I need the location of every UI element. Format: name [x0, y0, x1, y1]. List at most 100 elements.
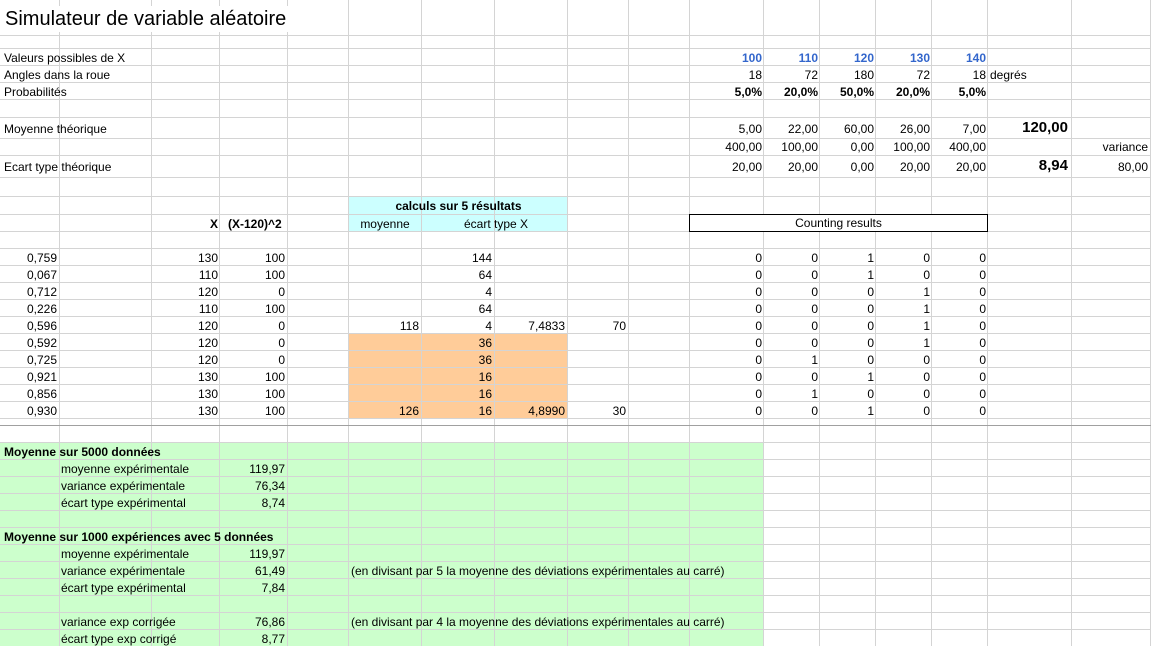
counting-cell: 0 [979, 268, 986, 282]
angle-cell: 18 [972, 68, 986, 82]
counting-cell: 0 [979, 370, 986, 384]
prob-cell: 5,0% [734, 85, 762, 99]
s2-cvar-note: (en divisant par 4 la moyenne des déviat… [351, 615, 725, 629]
counting-cell: 0 [867, 336, 874, 350]
count-cell [568, 386, 626, 402]
counting-results-box: Counting results [689, 214, 988, 232]
counting-cell: 0 [755, 404, 762, 418]
dev-sq-cell: 4 [485, 285, 492, 299]
mean-term: 26,00 [899, 122, 930, 136]
x-cell: 130 [197, 370, 218, 384]
mean-term: 7,00 [962, 122, 986, 136]
sd-cell [495, 386, 565, 402]
count-cell [568, 250, 626, 266]
counting-cell: 1 [867, 370, 874, 384]
counting-cell: 1 [923, 285, 930, 299]
s1-sd-value: 8,74 [261, 496, 285, 510]
dev-sq-cell: 64 [478, 302, 492, 316]
mean-term: 60,00 [843, 122, 874, 136]
random-cell: 0,921 [26, 370, 57, 384]
sq-cell: 100 [264, 387, 285, 401]
x-cell: 120 [197, 285, 218, 299]
dev-sq-cell: 36 [478, 336, 492, 350]
counting-cell: 1 [811, 387, 818, 401]
random-cell: 0,930 [26, 404, 57, 418]
col-x-header: X [209, 217, 218, 231]
s2-var-value: 61,49 [254, 564, 285, 578]
angle-cell: 18 [748, 68, 762, 82]
angles-unit: degrés [990, 68, 1027, 82]
x-cell: 120 [197, 353, 218, 367]
dev-sq-cell: 144 [471, 251, 492, 265]
count-cell [568, 301, 626, 317]
value-cell: 130 [909, 51, 930, 65]
mean-cell [349, 284, 419, 300]
counting-cell: 0 [811, 302, 818, 316]
sd-cell: 7,4833 [528, 319, 565, 333]
variance-label: variance [1102, 140, 1148, 154]
mean-cell [349, 369, 419, 385]
variance-value: 80,00 [1117, 160, 1148, 174]
sq-cell: 100 [264, 302, 285, 316]
x-cell: 130 [197, 387, 218, 401]
random-cell: 0,067 [26, 268, 57, 282]
sd-value: 8,94 [1038, 157, 1068, 174]
counting-cell: 1 [923, 336, 930, 350]
random-cell: 0,856 [26, 387, 57, 401]
mean-cell [349, 250, 419, 266]
prob-cell: 5,0% [958, 85, 986, 99]
s2-var-label: variance expérimentale [61, 564, 186, 578]
counting-cell: 0 [923, 370, 930, 384]
values-label: Valeurs possibles de X [4, 51, 126, 65]
calc-title: calculs sur 5 résultats [395, 199, 522, 213]
count-cell [568, 284, 626, 300]
counting-cell: 0 [923, 404, 930, 418]
mean-term: 22,00 [787, 122, 818, 136]
counting-cell: 0 [755, 268, 762, 282]
prob-cell: 50,0% [839, 85, 874, 99]
col-mean-header: moyenne [360, 217, 410, 231]
angle-cell: 180 [853, 68, 874, 82]
prob-label: Probabilités [4, 85, 67, 99]
sq-dev-cell: 400,00 [725, 140, 762, 154]
sheet-title: Simulateur de variable aléatoire [5, 6, 291, 32]
mean-value: 120,00 [1022, 119, 1068, 136]
sd-cell: 4,8990 [528, 404, 565, 418]
counting-cell: 0 [755, 353, 762, 367]
x-cell: 130 [197, 404, 218, 418]
counting-cell: 0 [755, 285, 762, 299]
counting-cell: 0 [923, 251, 930, 265]
counting-cell: 0 [979, 387, 986, 401]
counting-cell: 0 [923, 387, 930, 401]
count-cell [568, 267, 626, 283]
sq-cell: 100 [264, 268, 285, 282]
counting-cell: 0 [979, 251, 986, 265]
x-cell: 120 [197, 319, 218, 333]
counting-cell: 1 [867, 251, 874, 265]
dev-sq-cell: 16 [478, 370, 492, 384]
sq-cell: 0 [278, 285, 285, 299]
counting-cell: 0 [923, 268, 930, 282]
sd-label: Ecart type théorique [4, 160, 112, 174]
counting-cell: 0 [979, 336, 986, 350]
spreadsheet[interactable]: Simulateur de variable aléatoire Valeurs… [0, 0, 1151, 646]
s1-mean-value: 119,97 [249, 462, 285, 476]
mean-label: Moyenne théorique [4, 122, 107, 136]
s2-mean-label: moyenne expérimentale [61, 547, 190, 561]
random-cell: 0,725 [26, 353, 57, 367]
angles-label: Angles dans la roue [4, 68, 111, 82]
counting-cell: 0 [755, 302, 762, 316]
sq-cell: 100 [264, 404, 285, 418]
mean-cell [349, 335, 419, 351]
counting-cell: 0 [811, 285, 818, 299]
prob-cell: 20,0% [783, 85, 818, 99]
counting-cell: 0 [755, 336, 762, 350]
sq-dev-cell: 100,00 [893, 140, 930, 154]
random-cell: 0,596 [26, 319, 57, 333]
counting-cell: 1 [867, 404, 874, 418]
counting-cell: 1 [923, 302, 930, 316]
counting-cell: 0 [755, 251, 762, 265]
counting-cell: 0 [811, 404, 818, 418]
count-cell: 70 [612, 319, 626, 333]
counting-cell: 0 [979, 285, 986, 299]
